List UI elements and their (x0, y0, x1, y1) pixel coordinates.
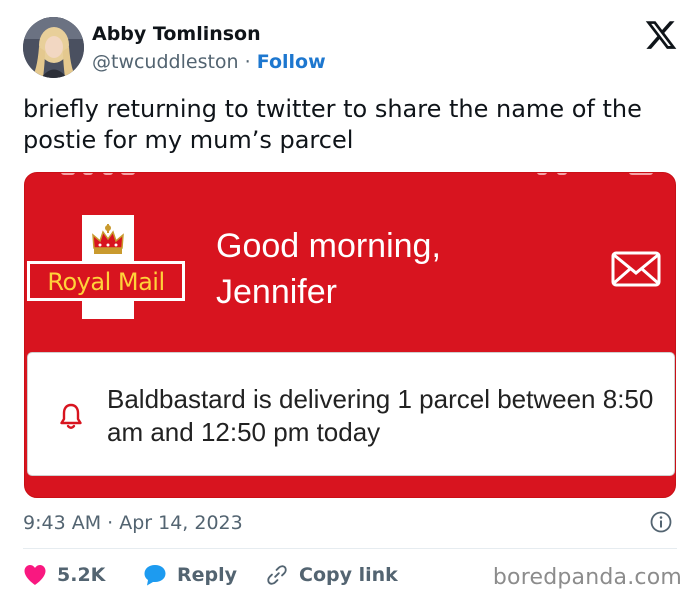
divider (23, 548, 677, 549)
link-icon (267, 565, 287, 585)
greeting: Good morning, Jennifer (216, 223, 441, 315)
copy-link-button[interactable]: Copy link (265, 562, 398, 588)
phone-status-bar (25, 173, 675, 179)
tweet-text: briefly returning to twitter to share th… (23, 95, 642, 154)
greeting-line: Good morning, (216, 227, 441, 265)
greeting-name: Jennifer (216, 273, 337, 311)
author-name[interactable]: Abby Tomlinson (92, 23, 261, 45)
royal-mail-logo: Royal Mail (27, 215, 185, 319)
source-watermark: boredpanda.com (492, 565, 682, 590)
profile-photo-icon (23, 17, 84, 78)
like-button[interactable]: 5.2K (23, 562, 105, 588)
reply-bubble-icon (144, 565, 166, 586)
reply-label: Reply (177, 564, 238, 586)
tweet-image[interactable]: Royal Mail Good morning, Jennifer Baldba… (24, 172, 676, 498)
info-icon[interactable] (650, 511, 672, 533)
royal-mail-wordmark: Royal Mail (47, 268, 165, 296)
crown-icon (92, 224, 124, 254)
bell-icon (60, 403, 82, 429)
tweet-timestamp[interactable]: 9:43 AM · Apr 14, 2023 (23, 512, 243, 534)
avatar[interactable] (23, 17, 84, 78)
separator-dot: · (244, 51, 251, 73)
x-logo-icon[interactable] (644, 18, 678, 52)
envelope-icon[interactable] (611, 251, 661, 287)
follow-button[interactable]: Follow (257, 51, 326, 73)
reply-button[interactable]: Reply (143, 562, 237, 588)
delivery-notification-card[interactable]: Baldbastard is delivering 1 parcel betwe… (27, 352, 675, 476)
heart-icon (24, 565, 46, 585)
author-handle-row: @twcuddleston · Follow (92, 51, 326, 73)
like-count: 5.2K (57, 564, 106, 586)
copy-link-label: Copy link (299, 564, 398, 586)
delivery-notification-text: Baldbastard is delivering 1 parcel betwe… (107, 384, 654, 447)
royal-mail-plate: Royal Mail (27, 261, 185, 301)
author-handle[interactable]: @twcuddleston (92, 51, 239, 73)
